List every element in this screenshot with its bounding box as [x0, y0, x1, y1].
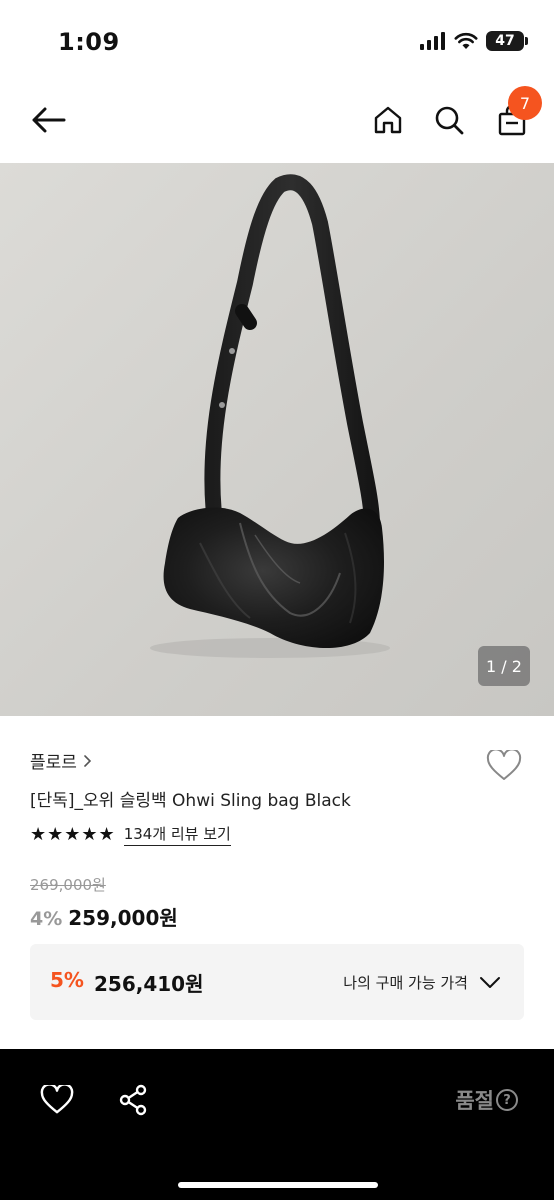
- search-icon: [435, 106, 464, 135]
- cart-count-badge: 7: [508, 86, 542, 120]
- chevron-right-icon: [84, 754, 92, 767]
- rating-row: ★★★★★ 134개 리뷰 보기: [30, 823, 231, 846]
- original-price: 269,000원: [30, 876, 106, 894]
- soldout-label: 품절: [455, 1089, 494, 1113]
- status-time: 1:09: [58, 28, 120, 56]
- sling-bag-image: [150, 174, 390, 658]
- home-indicator: [178, 1182, 378, 1188]
- product-info: 플로르 [단독]_오위 슬링백 Ohwi Sling bag Black ★★★…: [0, 716, 554, 1050]
- product-title: [단독]_오위 슬링백 Ohwi Sling bag Black: [30, 791, 351, 811]
- my-price-toggle[interactable]: 5% 256,410원 나의 구매 가능 가격: [30, 944, 524, 1020]
- brand-name: 플로르: [30, 753, 77, 773]
- my-price-label: 나의 구매 가능 가격: [343, 974, 468, 992]
- status-bar: 1:09 47: [0, 0, 554, 84]
- rating-stars: ★★★★★: [30, 824, 116, 845]
- reviews-link[interactable]: 134개 리뷰 보기: [123, 823, 231, 846]
- bottom-action-bar: 품절 ?: [0, 1049, 554, 1200]
- home-icon: [374, 106, 402, 134]
- product-image[interactable]: 1 / 2: [0, 163, 554, 716]
- back-button[interactable]: [26, 98, 70, 142]
- image-counter: 1 / 2: [478, 646, 530, 686]
- my-price-discount: 5%: [50, 968, 84, 992]
- home-button[interactable]: [366, 98, 410, 142]
- heart-icon: [486, 750, 522, 780]
- sale-price: 259,000원: [68, 906, 178, 930]
- my-price-value: 256,410원: [94, 972, 204, 996]
- heart-icon: [40, 1085, 74, 1114]
- signal-icon: [420, 32, 445, 50]
- bottom-wishlist-button[interactable]: [36, 1079, 78, 1121]
- wifi-icon: [454, 32, 478, 49]
- battery-level: 47: [495, 33, 515, 49]
- battery-icon: 47: [486, 31, 528, 51]
- top-nav: 7: [0, 84, 554, 162]
- help-icon[interactable]: ?: [496, 1089, 518, 1111]
- status-icons: 47: [420, 31, 528, 51]
- arrow-left-icon: [32, 107, 66, 133]
- brand-link[interactable]: 플로르: [30, 748, 93, 773]
- wishlist-button[interactable]: [484, 746, 524, 786]
- search-button[interactable]: [427, 98, 471, 142]
- chevron-down-icon: [480, 977, 500, 988]
- share-button[interactable]: [112, 1079, 154, 1121]
- sale-price-row: 4% 259,000원: [30, 902, 178, 931]
- share-icon: [119, 1084, 147, 1116]
- sale-discount: 4%: [30, 908, 63, 930]
